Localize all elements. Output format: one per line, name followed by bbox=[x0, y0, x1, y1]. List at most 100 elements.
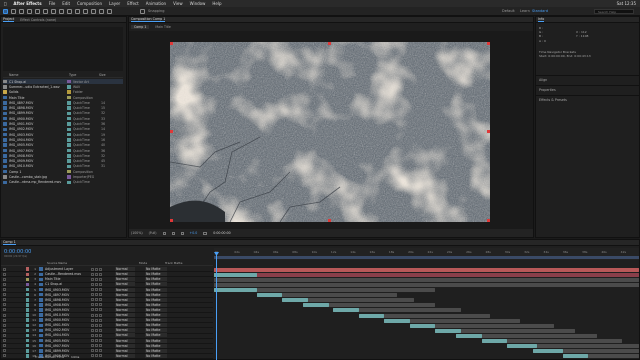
layer-switches[interactable] bbox=[91, 308, 111, 312]
blend-mode-dropdown[interactable]: Normal bbox=[115, 343, 135, 348]
visibility-eye-icon[interactable] bbox=[3, 272, 6, 276]
label-color-swatch[interactable] bbox=[67, 116, 71, 121]
transform-handle[interactable] bbox=[487, 130, 490, 133]
label-color-swatch[interactable] bbox=[67, 154, 71, 158]
column-mode[interactable]: Mode bbox=[139, 261, 165, 265]
layer-duration-bar[interactable] bbox=[435, 328, 461, 333]
pen-tool-icon[interactable] bbox=[59, 9, 64, 14]
tab-project[interactable]: Project bbox=[3, 17, 15, 22]
track-matte-dropdown[interactable]: No Matte bbox=[145, 297, 167, 302]
track-matte-dropdown[interactable]: No Matte bbox=[145, 313, 167, 318]
layer-name[interactable]: IMG_4902.MOV bbox=[45, 328, 85, 332]
layer-label-color[interactable] bbox=[26, 354, 29, 358]
layer-label-color[interactable] bbox=[26, 323, 29, 328]
effects-presets-panel-header[interactable]: Effects & Presets bbox=[536, 95, 639, 103]
blend-mode-dropdown[interactable]: Normal bbox=[115, 323, 135, 328]
blend-mode-dropdown[interactable]: Normal bbox=[115, 267, 135, 272]
layer-name[interactable]: Adjustment Layer bbox=[45, 267, 85, 271]
track-matte-dropdown[interactable]: No Matte bbox=[145, 318, 167, 323]
layer-duration-bar[interactable] bbox=[358, 308, 461, 313]
track-matte-dropdown[interactable]: No Matte bbox=[145, 302, 167, 307]
blend-mode-dropdown[interactable]: Normal bbox=[115, 318, 135, 323]
transform-handle[interactable] bbox=[328, 42, 331, 45]
eraser-tool-icon[interactable] bbox=[91, 9, 96, 14]
layer-switches[interactable] bbox=[91, 328, 111, 332]
layer-switches[interactable] bbox=[91, 339, 111, 343]
menu-animation[interactable]: Animation bbox=[146, 1, 166, 6]
visibility-eye-icon[interactable] bbox=[3, 339, 6, 343]
subtab-main-title[interactable]: Main Title bbox=[155, 25, 170, 29]
menu-file[interactable]: File bbox=[49, 1, 56, 6]
column-type[interactable]: Type bbox=[69, 73, 99, 77]
layer-duration-bar[interactable] bbox=[384, 313, 491, 318]
layer-duration-bar[interactable] bbox=[588, 354, 639, 359]
visibility-eye-icon[interactable] bbox=[3, 293, 6, 297]
transform-handle[interactable] bbox=[170, 219, 173, 222]
visibility-eye-icon[interactable] bbox=[3, 303, 6, 307]
label-color-swatch[interactable] bbox=[67, 138, 71, 142]
label-color-swatch[interactable] bbox=[67, 85, 71, 89]
track-matte-dropdown[interactable]: No Matte bbox=[145, 348, 167, 353]
label-color-swatch[interactable] bbox=[67, 90, 71, 94]
track-matte-dropdown[interactable]: No Matte bbox=[145, 323, 167, 328]
layer-duration-bar[interactable] bbox=[214, 272, 257, 277]
label-color-swatch[interactable] bbox=[67, 175, 71, 179]
label-color-swatch[interactable] bbox=[67, 143, 71, 147]
layer-duration-bar[interactable] bbox=[507, 339, 622, 343]
workspace-default[interactable]: Default bbox=[502, 9, 515, 13]
layer-name[interactable]: IMG_4903.MOV bbox=[45, 288, 85, 292]
layer-switches[interactable] bbox=[91, 293, 111, 297]
workspace-learn[interactable]: Learn bbox=[520, 9, 530, 13]
snapping-checkbox-icon[interactable] bbox=[140, 9, 145, 14]
transform-handle[interactable] bbox=[487, 42, 490, 45]
properties-panel-header[interactable]: Properties bbox=[536, 85, 639, 93]
zoom-dropdown[interactable]: (100%) bbox=[131, 231, 143, 235]
layer-label-color[interactable] bbox=[26, 343, 29, 348]
layer-switches[interactable] bbox=[91, 344, 111, 348]
track-matte-dropdown[interactable]: No Matte bbox=[145, 272, 167, 277]
visibility-eye-icon[interactable] bbox=[3, 308, 6, 312]
track-matte-dropdown[interactable]: No Matte bbox=[145, 333, 167, 338]
layer-switches[interactable] bbox=[91, 288, 111, 292]
layer-switches[interactable] bbox=[91, 282, 111, 286]
column-size[interactable]: Size bbox=[99, 73, 106, 77]
visibility-eye-icon[interactable] bbox=[3, 313, 6, 317]
layer-label-color[interactable] bbox=[26, 318, 29, 322]
layer-name[interactable]: Castle...Rendered.mov bbox=[45, 272, 85, 276]
layer-label-color[interactable] bbox=[26, 303, 29, 307]
label-color-swatch[interactable] bbox=[67, 95, 71, 100]
layer-duration-bar[interactable] bbox=[460, 328, 576, 333]
layer-switches[interactable] bbox=[91, 313, 111, 317]
puppet-tool-icon[interactable] bbox=[107, 9, 112, 14]
layer-duration-bar[interactable] bbox=[256, 293, 282, 298]
menu-window[interactable]: Window bbox=[190, 1, 206, 6]
subtab-comp1[interactable]: Comp 1 bbox=[131, 25, 150, 29]
track-matte-dropdown[interactable]: No Matte bbox=[145, 287, 167, 292]
layer-name[interactable]: C1 Shop.ai bbox=[45, 282, 85, 286]
menu-effect[interactable]: Effect bbox=[127, 1, 139, 6]
rotate-tool-icon[interactable] bbox=[27, 9, 32, 14]
visibility-eye-icon[interactable] bbox=[3, 298, 6, 302]
column-name[interactable]: Name bbox=[3, 73, 69, 77]
layer-name[interactable]: IMG_4910.MOV bbox=[45, 313, 85, 317]
layer-duration-bar[interactable] bbox=[282, 293, 397, 298]
menu-app-name[interactable]: After Effects bbox=[13, 1, 41, 6]
search-help-input[interactable]: Search Help bbox=[594, 9, 634, 14]
track-matte-dropdown[interactable]: No Matte bbox=[145, 353, 167, 358]
blend-mode-dropdown[interactable]: Normal bbox=[115, 272, 135, 277]
layer-switches[interactable] bbox=[91, 323, 111, 327]
visibility-eye-icon[interactable] bbox=[3, 282, 6, 286]
visibility-eye-icon[interactable] bbox=[3, 318, 6, 322]
visibility-eye-icon[interactable] bbox=[3, 267, 6, 271]
visibility-eye-icon[interactable] bbox=[3, 333, 6, 337]
layer-label-color[interactable] bbox=[26, 349, 29, 353]
workspace-standard[interactable]: Standard bbox=[532, 9, 548, 13]
transform-handle[interactable] bbox=[170, 130, 173, 133]
blend-mode-dropdown[interactable]: Normal bbox=[115, 338, 135, 343]
track-matte-dropdown[interactable]: No Matte bbox=[145, 282, 167, 287]
layer-duration-bar[interactable] bbox=[481, 333, 597, 338]
layer-duration-bar[interactable] bbox=[256, 288, 435, 292]
resolution-dropdown[interactable]: (Full) bbox=[149, 231, 157, 235]
transform-handle[interactable] bbox=[170, 42, 173, 45]
layer-name[interactable]: IMG_4897.MOV bbox=[45, 293, 85, 297]
